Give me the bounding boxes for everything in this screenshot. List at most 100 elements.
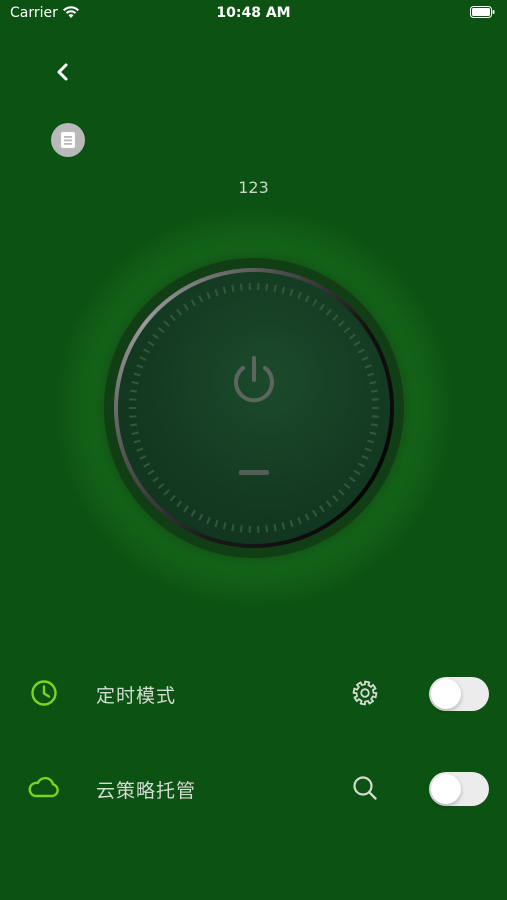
dial-tick	[239, 283, 243, 291]
cloud-search-button[interactable]	[350, 773, 380, 803]
dial-tick	[206, 291, 211, 299]
document-icon	[61, 132, 75, 148]
cloud-policy-label: 云策略托管	[96, 780, 197, 802]
dial-tick	[370, 389, 378, 393]
dial-tick	[289, 288, 294, 297]
dial-tick	[357, 348, 365, 354]
dial-tick	[176, 308, 183, 316]
gear-icon	[352, 680, 378, 706]
clock-icon	[31, 680, 57, 706]
dial-tick	[281, 286, 286, 294]
dial-tick	[338, 320, 345, 327]
toggle-knob	[431, 679, 461, 709]
dial-tick	[190, 299, 196, 307]
power-icon	[234, 356, 274, 403]
dial-tick	[190, 509, 196, 517]
back-button[interactable]	[48, 56, 78, 86]
cloud-icon	[28, 776, 59, 798]
dial-tick	[289, 519, 294, 528]
dial-tick	[332, 495, 339, 502]
dial-tick	[147, 340, 155, 347]
dial-tick	[222, 522, 227, 530]
dial-tick	[147, 469, 155, 476]
dial-tick	[367, 372, 375, 377]
dial-tick	[183, 505, 189, 513]
timer-mode-toggle[interactable]	[429, 677, 489, 711]
dial-tick	[163, 489, 170, 496]
dial-tick	[183, 303, 189, 311]
clock-time: 10:48 AM	[216, 5, 291, 21]
document-button[interactable]	[51, 123, 85, 157]
dial-tick	[157, 326, 165, 333]
dial-tick	[369, 431, 377, 435]
dial-tick	[353, 469, 361, 476]
status-bar: Carrier 10:48 AM	[0, 0, 507, 28]
dial-tick	[297, 291, 302, 299]
dial-tick	[169, 314, 176, 321]
dial-tick	[265, 283, 269, 291]
dial-tick	[325, 308, 332, 316]
dial-tick	[361, 455, 369, 460]
dial-tick	[231, 524, 235, 532]
dial-tick	[131, 431, 139, 435]
dial-tick	[304, 295, 310, 303]
dial-tick	[214, 288, 219, 297]
dial-tick	[231, 284, 235, 292]
dial-indicator	[239, 470, 269, 475]
dial-tick	[367, 439, 375, 444]
dial-tick	[370, 423, 378, 427]
dial-tick	[214, 519, 219, 528]
power-button[interactable]	[224, 350, 284, 410]
dial-tick	[133, 439, 141, 444]
dial-tick	[136, 447, 144, 452]
dial-tick	[239, 525, 243, 533]
timer-mode-row: 定时模式	[0, 663, 507, 723]
dial-tick	[325, 500, 332, 508]
dial-tick	[357, 462, 365, 468]
dial-tick	[304, 513, 310, 521]
dial-tick	[222, 286, 227, 294]
dial-tick	[297, 517, 302, 525]
dial-tick	[198, 513, 204, 521]
dial-tick	[265, 525, 269, 533]
chevron-left-icon	[57, 63, 68, 81]
dial-tick	[139, 356, 147, 361]
dial-tick	[130, 389, 138, 393]
dial-tick	[319, 505, 325, 513]
device-name: 123	[238, 178, 269, 197]
dial-tick	[273, 284, 277, 292]
dial-tick	[136, 364, 144, 369]
dial-tick	[163, 320, 170, 327]
cloud-policy-row: 云策略托管	[0, 758, 507, 818]
dial-tick	[312, 509, 318, 517]
dial-tick	[152, 333, 160, 340]
cloud-policy-toggle[interactable]	[429, 772, 489, 806]
dial-tick	[152, 476, 160, 483]
dial-tick	[348, 476, 356, 483]
toggle-knob	[431, 774, 461, 804]
dial-tick	[143, 462, 151, 468]
dial-tick	[364, 364, 372, 369]
dial-tick	[332, 314, 339, 321]
dial-tick	[139, 455, 147, 460]
dial-tick	[343, 483, 351, 490]
battery-icon	[470, 6, 495, 18]
dial-tick	[157, 483, 165, 490]
dial-tick	[198, 295, 204, 303]
dial-tick	[353, 340, 361, 347]
timer-settings-button[interactable]	[350, 678, 380, 708]
dial-tick	[369, 381, 377, 385]
dial-tick	[312, 299, 318, 307]
dial-tick	[206, 517, 211, 525]
dial-tick	[338, 489, 345, 496]
dial-tick	[143, 348, 151, 354]
dial-tick	[169, 495, 176, 502]
dial-tick	[343, 326, 351, 333]
dial-tick	[130, 423, 138, 427]
search-icon	[353, 776, 377, 800]
dial-tick	[176, 500, 183, 508]
dial-tick	[319, 303, 325, 311]
dial-tick	[281, 522, 286, 530]
dial-tick	[361, 356, 369, 361]
dial-tick	[364, 447, 372, 452]
